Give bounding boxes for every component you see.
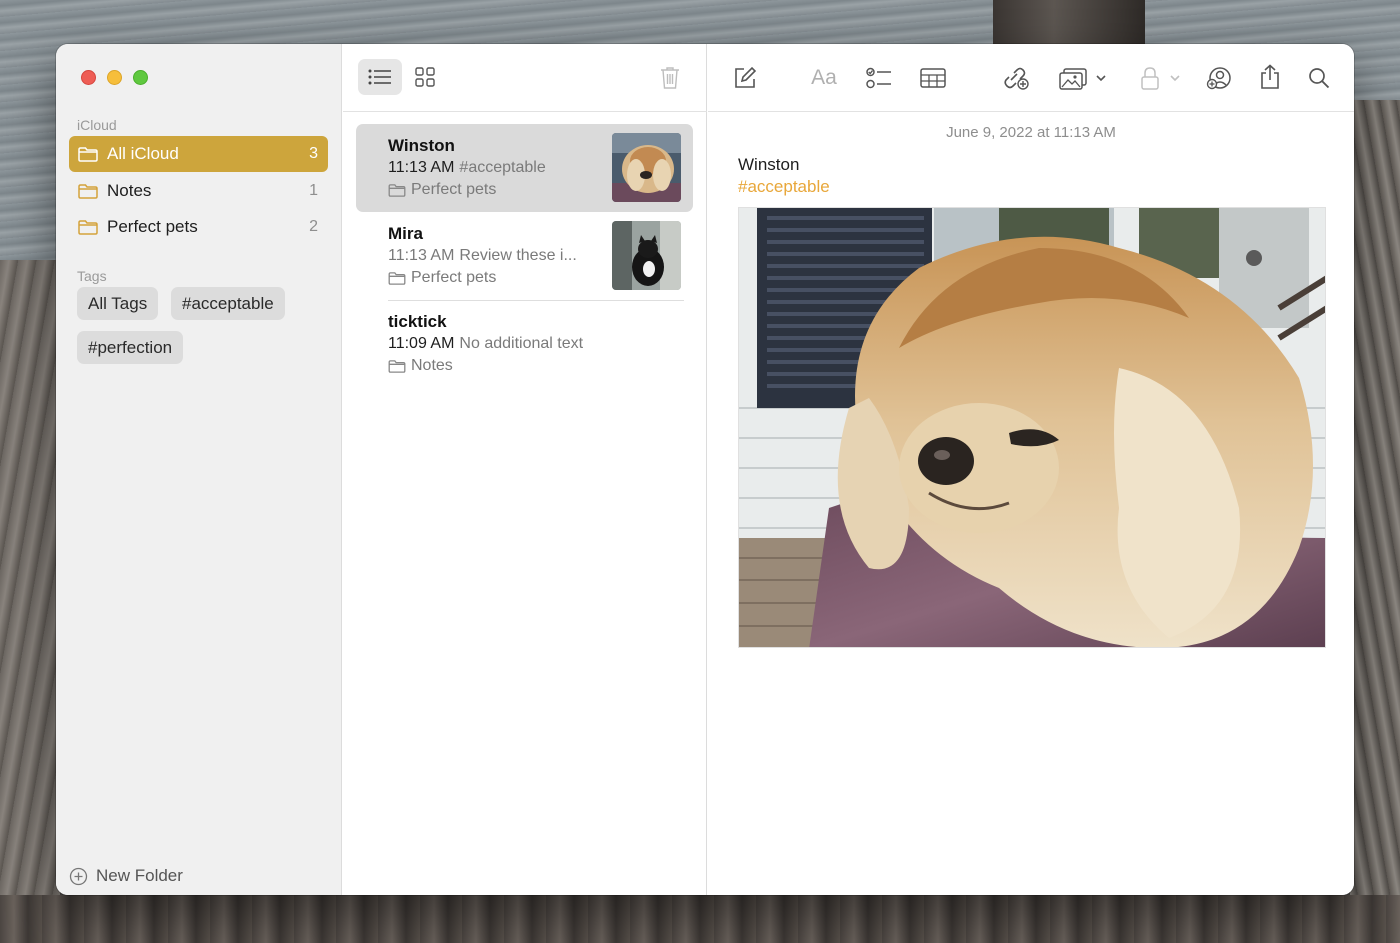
lock-icon [1141,67,1180,90]
table-icon [920,68,946,88]
tag-all-tags[interactable]: All Tags [77,287,159,320]
link-plus-icon [1004,67,1029,90]
grid-icon [415,67,435,87]
plus-circle-icon [69,867,88,885]
folder-icon [388,359,406,373]
note-folder-label: Perfect pets [411,269,497,286]
close-window-button[interactable] [81,70,96,85]
format-button[interactable]: Aa [806,64,842,92]
share-collaboration-button[interactable] [1204,64,1234,92]
photo-icon [1059,68,1106,90]
desktop-background-wood-bottom [0,895,1400,943]
note-title: Mira [388,224,423,243]
note-folder: Perfect pets [388,269,496,287]
note-row-winston[interactable]: Winston 11:13 AM #acceptable Perfect pets [356,124,693,212]
person-circle-icon [1206,67,1231,90]
folder-icon [388,183,406,197]
note-preview: #acceptable [459,159,546,176]
checklist-icon [866,67,891,89]
folder-icon [78,183,98,199]
maximize-window-button[interactable] [133,70,148,85]
tags-section-label: Tags [77,268,107,284]
note-time: 11:09 AM [388,335,455,352]
lock-button[interactable] [1138,64,1184,92]
collaborate-button[interactable] [1001,64,1031,92]
note-folder: Notes [388,357,453,375]
checklist-button[interactable] [864,64,894,92]
folder-icon [78,146,98,162]
new-note-button[interactable] [730,64,760,92]
folder-count: 1 [309,182,318,199]
list-icon [368,69,391,85]
media-button[interactable] [1058,64,1110,92]
table-button[interactable] [918,64,948,92]
note-meta: 11:13 AM #acceptable [388,159,546,177]
note-time: 11:13 AM [388,159,455,176]
note-preview: Review these i... [459,247,577,264]
note-meta: 11:13 AM Review these i... [388,247,577,265]
folder-icon [388,271,406,285]
note-tag[interactable]: #acceptable [738,177,830,197]
trash-icon [661,67,679,89]
search-icon [1309,68,1330,89]
note-row-mira[interactable]: Mira 11:13 AM Review these i... Perfect p… [356,212,693,300]
delete-button[interactable] [655,62,685,94]
share-icon [1261,64,1279,89]
note-preview: No additional text [459,335,584,352]
sidebar-item-all-icloud[interactable]: All iCloud 3 [69,136,328,172]
folder-count: 3 [309,145,318,162]
folder-icon [78,219,98,235]
desktop-background-post [993,0,1145,50]
folder-label: All iCloud [107,144,179,163]
sidebar-item-perfect-pets[interactable]: Perfect pets 2 [69,209,328,245]
new-folder-label: New Folder [96,866,183,885]
new-folder-button[interactable]: New Folder [69,866,183,886]
desktop-background-wood-left [0,260,60,943]
gallery-view-button[interactable] [405,59,445,95]
note-thumbnail-dog [612,133,681,202]
note-time: 11:13 AM [388,247,455,264]
note-row-ticktick[interactable]: ticktick 11:09 AM No additional text Note… [356,300,693,388]
note-list-toolbar [343,44,707,112]
sidebar: iCloud All iCloud 3 Notes 1 Perfect pets… [56,44,342,895]
note-image-dog[interactable] [738,207,1326,648]
note-editor: Aa June 9, 2022 at 11:13 AM Winston #acc… [708,44,1354,895]
window-controls [81,70,148,85]
note-heading[interactable]: Winston [738,155,799,175]
sidebar-item-notes[interactable]: Notes 1 [69,173,328,209]
note-folder-label: Perfect pets [411,181,497,198]
note-title: Winston [388,136,455,155]
compose-icon [735,66,757,88]
note-meta: 11:09 AM No additional text [388,335,583,353]
folder-label: Perfect pets [107,217,198,236]
note-thumbnail-cat [612,221,681,290]
tag-perfection[interactable]: #perfection [77,331,184,364]
desktop-background-wood-right [1350,100,1400,943]
note-folder: Perfect pets [388,181,496,199]
note-folder-label: Notes [411,357,453,374]
share-button[interactable] [1256,62,1284,92]
notes-window: iCloud All iCloud 3 Notes 1 Perfect pets… [56,44,1354,895]
editor-toolbar: Aa [708,44,1354,112]
list-view-button[interactable] [358,59,402,95]
minimize-window-button[interactable] [107,70,122,85]
note-date: June 9, 2022 at 11:13 AM [946,124,1116,141]
account-section-label: iCloud [77,117,117,133]
tag-acceptable[interactable]: #acceptable [171,287,285,320]
folder-count: 2 [309,218,318,235]
folder-label: Notes [107,181,152,200]
note-title: ticktick [388,312,447,331]
note-list: Winston 11:13 AM #acceptable Perfect pets [343,44,707,895]
search-button[interactable] [1305,64,1333,92]
